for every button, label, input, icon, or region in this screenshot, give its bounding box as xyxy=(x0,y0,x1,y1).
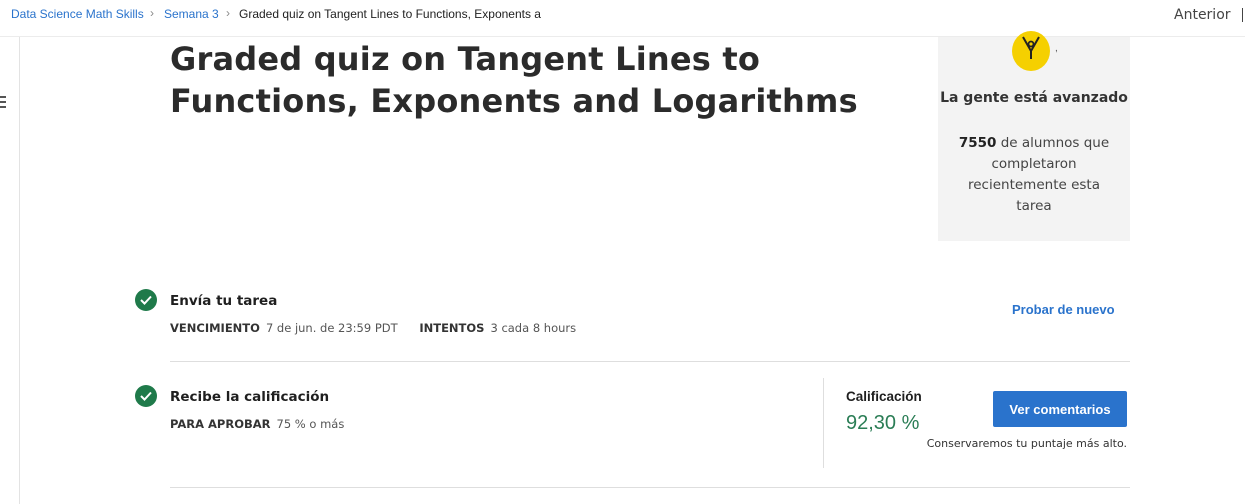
divider xyxy=(1242,8,1243,22)
submit-step-meta: VENCIMIENTO 7 de jun. de 23:59 PDT INTENT… xyxy=(170,321,594,335)
card-text: 7550 de alumnos que completaron reciente… xyxy=(956,133,1112,217)
pen-nib-icon xyxy=(1012,31,1050,71)
check-circle-icon xyxy=(135,289,157,311)
grade-label: Calificación xyxy=(846,389,922,404)
page-title: Graded quiz on Tangent Lines to Function… xyxy=(170,40,858,120)
try-again-link[interactable]: Probar de nuevo xyxy=(1012,302,1115,317)
previous-link[interactable]: Anterior xyxy=(1174,7,1231,23)
check-circle-icon xyxy=(135,385,157,407)
breadcrumb-current: Graded quiz on Tangent Lines to Function… xyxy=(239,7,541,21)
view-feedback-button[interactable]: Ver comentarios xyxy=(993,391,1127,427)
grade-step-title: Recibe la calificación xyxy=(170,389,330,405)
chevron-right-icon: › xyxy=(150,6,154,20)
due-value: 7 de jun. de 23:59 PDT xyxy=(265,321,398,335)
divider xyxy=(170,361,1130,362)
grade-value: 92,30 % xyxy=(846,412,920,434)
due-label: VENCIMIENTO xyxy=(170,321,260,335)
breadcrumb-course[interactable]: Data Science Math Skills xyxy=(11,7,144,21)
menu-icon[interactable] xyxy=(0,95,6,109)
top-bar: Data Science Math Skills › Semana 3 › Gr… xyxy=(0,0,1245,37)
chevron-right-icon: › xyxy=(226,6,230,20)
pass-label: PARA APROBAR xyxy=(170,417,271,431)
divider xyxy=(823,378,824,468)
card-heading: La gente está avanzado xyxy=(940,90,1128,106)
breadcrumb-week[interactable]: Semana 3 xyxy=(164,7,219,21)
pass-value: 75 % o más xyxy=(276,417,345,431)
learner-count: 7550 xyxy=(958,135,997,151)
attempts-label: INTENTOS xyxy=(419,321,485,335)
highest-score-note: Conservaremos tu puntaje más alto. xyxy=(926,437,1127,450)
decor-mark: , xyxy=(1055,43,1058,54)
grade-step-meta: PARA APROBAR 75 % o más xyxy=(170,417,362,431)
left-sidebar-strip xyxy=(0,37,20,504)
divider xyxy=(170,487,1130,488)
submit-step-title: Envía tu tarea xyxy=(170,293,278,309)
attempts-value: 3 cada 8 hours xyxy=(490,321,577,335)
progress-card: , La gente está avanzado 7550 de alumnos… xyxy=(938,31,1130,241)
